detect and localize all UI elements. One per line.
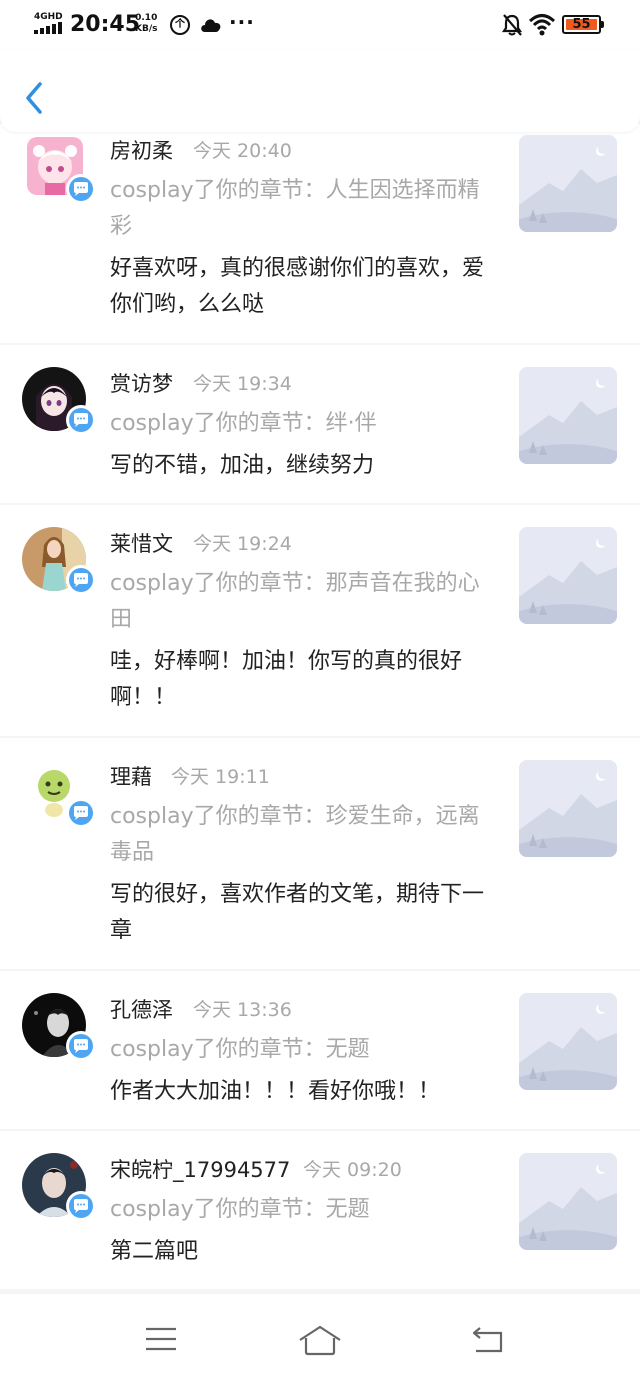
- comment-text: 第二篇吧: [110, 1239, 199, 1264]
- chat-bubble-icon: [66, 798, 96, 828]
- comment-time: 今天 13:36: [193, 999, 292, 1021]
- menu-button[interactable]: [144, 1324, 178, 1358]
- chapter-title[interactable]: cosplay了你的章节：那声音在我的心田: [110, 566, 490, 638]
- list-item[interactable]: 孔德泽 今天 13:36 cosplay了你的章节：无题 作者大大加油！！！看好…: [0, 971, 640, 1129]
- menu-icon: [146, 1327, 176, 1351]
- list-item[interactable]: 莱惜文 今天 19:24 cosplay了你的章节：那声音在我的心田 哇，好棒啊…: [0, 505, 640, 736]
- comment-time: 今天 09:20: [303, 1159, 402, 1181]
- more-notifications: ···: [229, 10, 255, 34]
- chapter-thumbnail[interactable]: [519, 1153, 617, 1250]
- list-item[interactable]: 宋皖柠_17994577 今天 09:20 cosplay了你的章节：无题 第二…: [0, 1131, 640, 1289]
- commenter-name[interactable]: 房初柔: [110, 137, 173, 165]
- chat-bubble-icon: [66, 405, 96, 435]
- chat-bubble-icon: [66, 174, 96, 204]
- chat-bubble-icon: [66, 565, 96, 595]
- comment-text: 作者大大加油！！！看好你哦！！: [110, 1079, 441, 1104]
- chapter-title[interactable]: cosplay了你的章节：人生因选择而精彩: [110, 173, 490, 245]
- list-item[interactable]: 理藉 今天 19:11 cosplay了你的章节：珍爱生命，远离毒品 写的很好，…: [0, 738, 640, 969]
- clock: 20:45: [70, 12, 141, 37]
- chapter-title[interactable]: cosplay了你的章节：绊·伴: [110, 406, 490, 442]
- comment-text: 好喜欢呀，真的很感谢你们的喜欢，爱你们哟，么么哒: [110, 256, 485, 317]
- comment-text: 哇，好棒啊！加油！你写的真的很好啊！！: [110, 649, 463, 710]
- notification-app-icon: 个: [170, 15, 190, 35]
- cloud-icon: [199, 14, 223, 38]
- battery-nub: [601, 21, 604, 28]
- home-button[interactable]: [298, 1324, 342, 1360]
- return-button[interactable]: [470, 1324, 506, 1358]
- signal-icon: [34, 22, 62, 34]
- chevron-left-icon: [26, 82, 42, 114]
- comment-time: 今天 20:40: [193, 140, 292, 162]
- battery-icon: 55: [562, 15, 601, 34]
- chapter-title[interactable]: cosplay了你的章节：无题: [110, 1032, 490, 1068]
- commenter-name[interactable]: 宋皖柠_17994577: [110, 1156, 290, 1184]
- page-header: [0, 50, 640, 132]
- comment-time: 今天 19:24: [193, 533, 292, 555]
- network-type: 4GHD: [34, 12, 63, 22]
- return-icon: [472, 1327, 503, 1353]
- list-item[interactable]: 赏访梦 今天 19:34 cosplay了你的章节：绊·伴 写的不错，加油，继续…: [0, 345, 640, 503]
- chapter-title[interactable]: cosplay了你的章节：无题: [110, 1192, 490, 1228]
- commenter-name[interactable]: 理藉: [110, 763, 152, 791]
- home-icon: [299, 1325, 341, 1356]
- chapter-thumbnail[interactable]: [519, 993, 617, 1090]
- network-speed-value: 0.10: [135, 13, 158, 23]
- comment-text: 写的不错，加油，继续努力: [110, 453, 375, 478]
- comment-time: 今天 19:34: [193, 373, 292, 395]
- wifi-icon: [528, 12, 556, 40]
- chapter-thumbnail[interactable]: [519, 760, 617, 857]
- comment-list: 房初柔 今天 20:40 cosplay了你的章节：人生因选择而精彩 好喜欢呀，…: [0, 124, 640, 1294]
- chat-bubble-icon: [66, 1031, 96, 1061]
- commenter-name[interactable]: 莱惜文: [110, 530, 173, 558]
- chapter-thumbnail[interactable]: [519, 135, 617, 232]
- status-bar: 4GHD 20:45 0.10 KB/s 个 ··· 55: [0, 0, 640, 50]
- system-nav-bar: [0, 1294, 640, 1387]
- commenter-name[interactable]: 赏访梦: [110, 370, 173, 398]
- chapter-thumbnail[interactable]: [519, 367, 617, 464]
- back-button[interactable]: [18, 74, 54, 122]
- list-item[interactable]: 房初柔 今天 20:40 cosplay了你的章节：人生因选择而精彩 好喜欢呀，…: [0, 124, 640, 343]
- network-speed: 0.10 KB/s: [135, 13, 157, 35]
- chapter-thumbnail[interactable]: [519, 527, 617, 624]
- chat-bubble-icon: [66, 1191, 96, 1221]
- commenter-name[interactable]: 孔德泽: [110, 996, 173, 1024]
- network-speed-unit: KB/s: [135, 24, 158, 34]
- comment-time: 今天 19:11: [171, 766, 270, 788]
- comment-text: 写的很好，喜欢作者的文笔，期待下一章: [110, 882, 485, 943]
- bell-muted-icon: [501, 13, 523, 41]
- chapter-title[interactable]: cosplay了你的章节：珍爱生命，远离毒品: [110, 799, 490, 871]
- battery-level: 55: [566, 18, 597, 31]
